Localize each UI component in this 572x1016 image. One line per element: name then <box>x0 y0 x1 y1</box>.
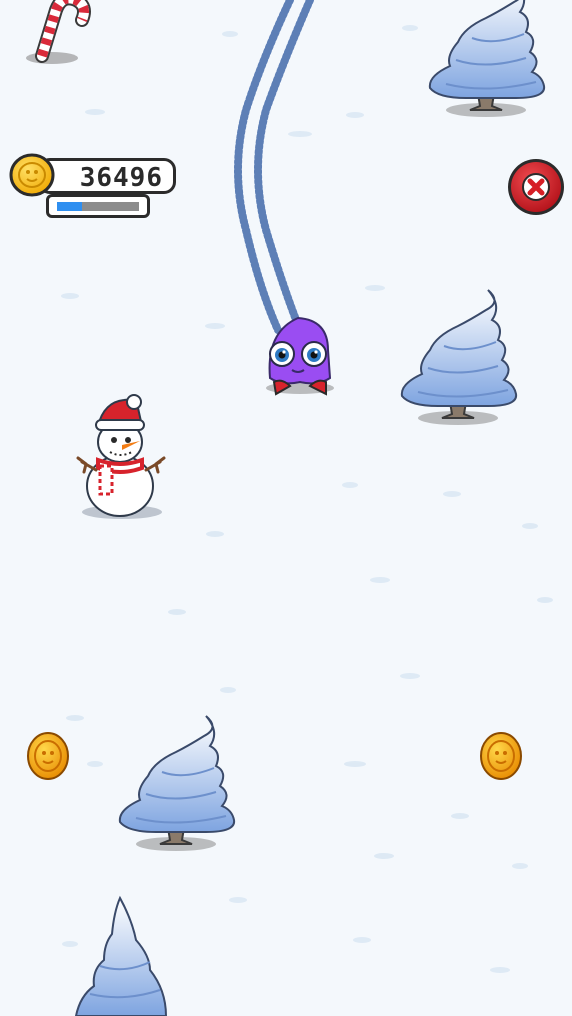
candy-cane <box>26 0 91 64</box>
close-button[interactable] <box>505 156 567 218</box>
level-progress-bar <box>46 194 150 218</box>
snow-tree <box>74 895 168 1016</box>
snow-tree <box>118 715 236 852</box>
level-progress-fill <box>57 202 82 211</box>
coin-counter: 36496 <box>8 152 176 224</box>
snow-tree <box>428 0 546 118</box>
snowman <box>76 394 166 519</box>
snow-tree <box>400 289 518 426</box>
ski-tracks <box>234 0 314 334</box>
coin-pickup <box>27 732 69 780</box>
coin-icon <box>9 153 55 197</box>
coin-pickup <box>480 732 522 780</box>
close-icon <box>508 159 564 215</box>
